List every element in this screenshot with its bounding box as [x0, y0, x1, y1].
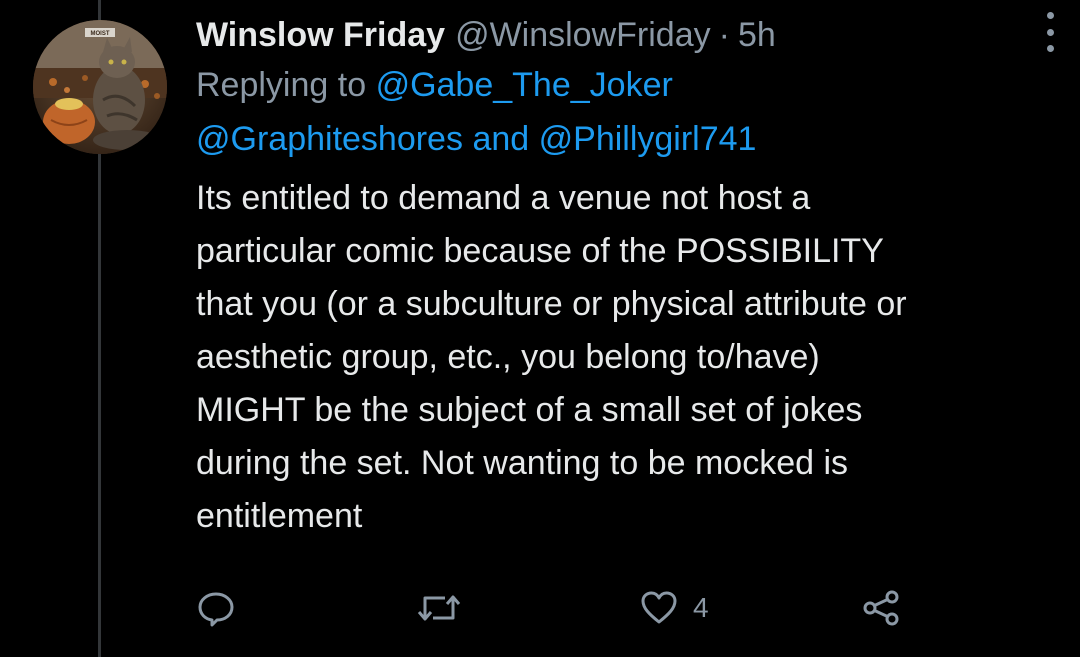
avatar-label: MOIST — [91, 31, 110, 37]
share-button[interactable] — [860, 588, 902, 628]
heart-icon — [641, 591, 677, 624]
tweet-header: Winslow Friday @WinslowFriday · 5h — [196, 12, 1056, 58]
avatar[interactable]: MOIST — [33, 20, 167, 154]
tweet-body-line: MIGHT be the subject of a small set of j… — [196, 391, 863, 429]
mention-link[interactable]: @Graphiteshores — [196, 120, 463, 158]
tweet-body-line: Its entitled to demand a venue not host … — [196, 179, 811, 217]
tweet-body: Its entitled to demand a venue not host … — [196, 172, 1056, 543]
retweet-icon — [417, 595, 461, 621]
avatar-image: MOIST — [33, 20, 167, 154]
reply-icon — [198, 592, 234, 627]
tweet-body-line: that you (or a subculture or physical at… — [196, 285, 907, 323]
like-button[interactable]: 4 — [639, 588, 709, 628]
user-handle[interactable]: @WinslowFriday — [455, 12, 711, 58]
tweet-body-line: particular comic because of the POSSIBIL… — [196, 232, 884, 270]
tweet-body-line: aesthetic group, etc., you belong to/hav… — [196, 338, 820, 376]
timestamp[interactable]: 5h — [738, 12, 776, 58]
replying-to-label: Replying to — [196, 66, 367, 104]
display-name[interactable]: Winslow Friday — [196, 12, 445, 58]
mention-link[interactable]: @Gabe_The_Joker — [376, 66, 673, 104]
tweet: Winslow Friday @WinslowFriday · 5h Reply… — [196, 12, 1056, 543]
like-count: 4 — [693, 592, 709, 623]
tweet-actions: 4 — [0, 588, 1080, 628]
share-icon — [863, 590, 899, 626]
tweet-body-line: entitlement — [196, 497, 363, 535]
mention-conjunction: and — [472, 120, 530, 158]
mention-link[interactable]: @Phillygirl741 — [539, 120, 757, 158]
reply-button[interactable] — [196, 588, 236, 628]
reply-context-continued: @Graphiteshores and @Phillygirl741 — [196, 112, 1056, 166]
separator-dot: · — [718, 16, 730, 54]
reply-context: Replying to @Gabe_The_Joker — [196, 58, 1056, 112]
retweet-button[interactable] — [415, 588, 463, 628]
thread-line-bottom — [98, 150, 101, 657]
tweet-body-line: during the set. Not wanting to be mocked… — [196, 444, 849, 482]
thread-line-top — [98, 0, 101, 22]
